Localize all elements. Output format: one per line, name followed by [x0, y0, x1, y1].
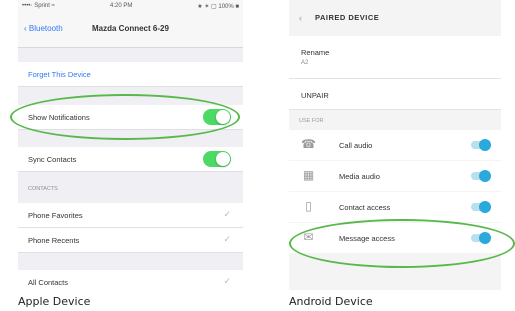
contacts-section-header: CONTACTS — [28, 186, 58, 192]
sync-contacts-label: Sync Contacts — [28, 155, 77, 164]
switch-knob — [216, 152, 230, 166]
phone-recents-row[interactable]: Phone Recents ✓ — [18, 228, 243, 253]
sync-contacts-switch[interactable] — [203, 151, 231, 167]
android-header: ‹ PAIRED DEVICE — [289, 0, 501, 36]
apple-device-screenshot: ••••◦ Sprint ≈ 4:20 PM ★ ✶ ▢ 100% ■ ‹ Bl… — [18, 0, 243, 290]
checkmark-icon: ✓ — [223, 209, 231, 219]
phone-recents-label: Phone Recents — [28, 236, 80, 245]
back-button[interactable]: ‹ Bluetooth — [24, 24, 63, 33]
checkmark-icon: ✓ — [223, 234, 231, 244]
status-time: 4:20 PM — [110, 3, 133, 9]
sync-contacts-row: Sync Contacts — [18, 147, 243, 172]
back-arrow-icon[interactable]: ‹ — [299, 13, 302, 23]
toggle-knob — [479, 170, 491, 182]
unpair-button[interactable]: UNPAIR — [301, 91, 329, 100]
apple-device-caption: Apple Device — [18, 295, 91, 308]
ios-navigation-bar: ‹ Bluetooth Mazda Connect 6-29 — [18, 13, 243, 48]
status-icons: ★ ✶ ▢ 100% ■ — [197, 4, 239, 10]
contact-access-toggle[interactable] — [471, 201, 491, 213]
phone-icon: ☎ — [301, 137, 316, 151]
message-access-highlight — [289, 219, 515, 268]
media-audio-row: ▦ Media audio — [289, 161, 501, 191]
call-audio-label: Call audio — [339, 141, 373, 150]
all-contacts-label: All Contacts — [28, 278, 69, 287]
paired-device-title: PAIRED DEVICE — [315, 13, 380, 22]
ios-status-bar: ••••◦ Sprint ≈ 4:20 PM ★ ✶ ▢ 100% ■ — [18, 0, 243, 13]
android-device-caption: Android Device — [289, 295, 373, 308]
show-notifications-highlight — [10, 94, 240, 140]
toggle-knob — [479, 139, 491, 151]
all-contacts-row[interactable]: All Contacts ✓ — [18, 270, 243, 290]
call-audio-toggle[interactable] — [471, 139, 491, 151]
contact-icon: ▯ — [305, 199, 312, 213]
phone-favorites-row[interactable]: Phone Favorites ✓ — [18, 203, 243, 228]
contact-access-label: Contact access — [339, 203, 391, 212]
contact-access-row: ▯ Contact access — [289, 192, 501, 222]
toggle-knob — [479, 201, 491, 213]
forget-device-link[interactable]: Forget This Device — [28, 70, 91, 79]
rename-label: Rename — [301, 48, 330, 57]
unpair-row[interactable]: UNPAIR — [289, 79, 501, 110]
checkmark-icon: ✓ — [223, 276, 231, 286]
device-title: Mazda Connect 6-29 — [92, 24, 169, 33]
forget-device-row[interactable]: Forget This Device — [18, 62, 243, 87]
media-audio-toggle[interactable] — [471, 170, 491, 182]
carrier-signal: ••••◦ Sprint ≈ — [22, 3, 55, 9]
rename-row[interactable]: Rename A2 — [289, 36, 501, 79]
call-audio-row: ☎ Call audio — [289, 130, 501, 160]
media-audio-label: Media audio — [339, 172, 380, 181]
phone-favorites-label: Phone Favorites — [28, 211, 83, 220]
use-for-section-header: USE FOR — [299, 118, 324, 124]
rename-value: A2 — [301, 60, 309, 66]
media-icon: ▦ — [302, 168, 315, 182]
